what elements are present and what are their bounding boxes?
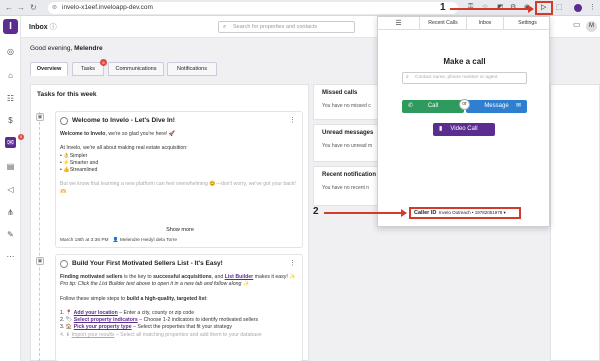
task-body: Finding motivated sellers is the key to … bbox=[60, 274, 296, 338]
message-button[interactable]: Message ✉ bbox=[466, 100, 527, 113]
search-icon: ⌕ bbox=[406, 75, 409, 80]
tab-tasks[interactable]: Tasks 6 bbox=[72, 59, 107, 76]
inbox-icon[interactable]: ✉ 5 bbox=[5, 134, 24, 148]
annotation-highlight-1 bbox=[535, 1, 553, 15]
missed-calls-title: Missed calls bbox=[322, 90, 358, 96]
contact-search-placeholder: Contact name, phone number or agent bbox=[415, 75, 498, 80]
url-text: invelo-x1eef.inveloapp-dev.com bbox=[62, 4, 153, 11]
message-label: Message bbox=[484, 103, 509, 109]
search-input[interactable]: ⌕ Search for properties and contacts bbox=[218, 21, 355, 33]
phone-icon: ✆ bbox=[408, 103, 414, 109]
tasks-badge: 6 bbox=[100, 59, 107, 66]
make-call-heading: Make a call bbox=[443, 57, 486, 66]
annotation-number-2: 2 bbox=[313, 206, 319, 217]
lock-icon: ⊜ bbox=[52, 5, 58, 11]
search-placeholder: Search for properties and contacts bbox=[233, 24, 318, 30]
kebab-menu-icon[interactable]: ⋮ bbox=[289, 259, 296, 267]
address-bar[interactable]: ⊜ invelo-x1eef.inveloapp-dev.com bbox=[48, 2, 458, 14]
page-title: Inbox ⓘ bbox=[29, 24, 57, 31]
tab-notifications[interactable]: Notifications bbox=[167, 62, 217, 76]
task-meta: March 18th at 3:36 PM 👤 Melendre Heidyl … bbox=[60, 238, 178, 243]
missed-calls-panel: Missed calls You have no missed c bbox=[313, 84, 378, 120]
megaphone-icon[interactable]: ◁ bbox=[5, 184, 16, 195]
forward-icon[interactable]: → bbox=[17, 3, 25, 12]
task-card-motivated-sellers[interactable]: Build Your First Motivated Sellers List … bbox=[55, 254, 303, 361]
caller-id-label: Caller ID bbox=[414, 210, 437, 216]
menu-dots-icon[interactable]: ⋮ bbox=[589, 3, 596, 11]
globe-icon[interactable]: ◎ bbox=[5, 46, 16, 57]
unread-messages-text: You have no unread m bbox=[322, 143, 373, 149]
video-call-button[interactable]: ▮ Video Call bbox=[433, 123, 495, 136]
tab-overview[interactable]: Overview bbox=[30, 62, 68, 76]
caller-id-selector[interactable]: Caller ID Invelo Outreach • 19782051978 … bbox=[409, 207, 521, 219]
right-column-panel bbox=[550, 84, 600, 361]
dollar-icon[interactable]: $ bbox=[5, 115, 16, 126]
annotation-arrowhead-2 bbox=[401, 209, 407, 217]
chevron-down-icon: ▾ bbox=[503, 210, 506, 215]
avatar[interactable]: M bbox=[586, 21, 597, 32]
sidebar: I ◎ ⌂ ☷ $ ✉ 5 ▤ ◁ ⋔ ✎ ⋯ bbox=[0, 16, 24, 361]
task-title: Welcome to Invelo - Let's Dive In! bbox=[72, 117, 175, 124]
dialer-popup: ☰ Recent Calls Inbox Settings Make a cal… bbox=[377, 16, 551, 227]
invelo-logo: I bbox=[3, 19, 18, 34]
unread-messages-title: Unread messages bbox=[322, 130, 374, 136]
caller-id-value: Invelo Outreach • 19782051978 bbox=[438, 210, 503, 215]
back-icon[interactable]: ← bbox=[5, 3, 13, 12]
annotation-arrow-1 bbox=[450, 8, 530, 10]
dialer-menu-icon[interactable]: ☰ bbox=[378, 17, 420, 30]
missed-calls-text: You have no missed c bbox=[322, 103, 371, 109]
profile-icon[interactable] bbox=[574, 4, 582, 12]
or-divider: or bbox=[459, 99, 470, 110]
timeline-line bbox=[39, 112, 47, 361]
reload-icon[interactable]: ↻ bbox=[30, 3, 37, 12]
greeting: Good evening, Melendre bbox=[30, 45, 103, 52]
tasks-panel-title: Tasks for this week bbox=[37, 91, 97, 98]
call-label: Call bbox=[427, 103, 439, 109]
recent-notifications-text: You have no recent n bbox=[322, 185, 370, 191]
task-card-welcome[interactable]: Welcome to Invelo - Let's Dive In! ⋮ Wel… bbox=[55, 111, 303, 248]
more-icon[interactable]: ⋯ bbox=[5, 251, 16, 262]
home-icon[interactable]: ⌂ bbox=[5, 70, 16, 81]
tab-settings[interactable]: Settings bbox=[504, 17, 551, 30]
search-icon: ⌕ bbox=[223, 24, 227, 30]
task-title: Build Your First Motivated Sellers List … bbox=[72, 260, 223, 267]
extensions-puzzle-icon[interactable]: ⬚ bbox=[556, 3, 563, 11]
recent-notifications-panel: Recent notification You have no recent n bbox=[313, 166, 378, 206]
recent-notifications-title: Recent notification bbox=[322, 172, 377, 178]
add-location-link[interactable]: Add your location bbox=[74, 310, 118, 316]
call-button[interactable]: ✆ Call bbox=[402, 100, 464, 113]
select-indicators-link[interactable]: Select property indicators bbox=[74, 317, 138, 323]
inbox-badge: 5 bbox=[18, 134, 24, 140]
contacts-icon[interactable]: ☷ bbox=[5, 93, 16, 104]
task-icon: ▣ bbox=[36, 257, 44, 265]
annotation-arrowhead-1 bbox=[528, 5, 534, 13]
task-icon: ▣ bbox=[36, 113, 44, 121]
list-builder-link[interactable]: List Builder bbox=[225, 274, 254, 280]
dialer-tabs: ☰ Recent Calls Inbox Settings bbox=[378, 17, 551, 30]
property-type-link[interactable]: Pick your property type bbox=[74, 324, 132, 330]
annotation-arrow-2 bbox=[324, 212, 402, 214]
network-icon[interactable]: ⋔ bbox=[5, 207, 16, 218]
import-results-link[interactable]: Import your results bbox=[72, 332, 115, 338]
envelope-icon: ✉ bbox=[515, 103, 521, 109]
tab-inbox[interactable]: Inbox bbox=[467, 17, 504, 30]
video-call-label: Video Call bbox=[450, 126, 478, 132]
kebab-menu-icon[interactable]: ⋮ bbox=[289, 116, 296, 124]
show-more-link[interactable]: Show more bbox=[56, 227, 304, 233]
annotation-number-1: 1 bbox=[440, 2, 446, 13]
task-complete-checkbox[interactable] bbox=[60, 117, 68, 125]
task-complete-checkbox[interactable] bbox=[60, 260, 68, 268]
document-icon[interactable]: ▤ bbox=[5, 161, 16, 172]
contact-search-input[interactable]: ⌕ Contact name, phone number or agent bbox=[402, 72, 527, 84]
video-icon: ▮ bbox=[439, 126, 443, 132]
task-body: Welcome to Invelo, we're so glad you're … bbox=[60, 131, 296, 195]
tab-recent-calls[interactable]: Recent Calls bbox=[420, 17, 467, 30]
tools-icon[interactable]: ✎ bbox=[5, 229, 16, 240]
unread-messages-panel: Unread messages You have no unread m bbox=[313, 124, 378, 162]
tab-communications[interactable]: Communications bbox=[108, 62, 164, 76]
chat-icon[interactable]: ▭ bbox=[573, 20, 581, 29]
